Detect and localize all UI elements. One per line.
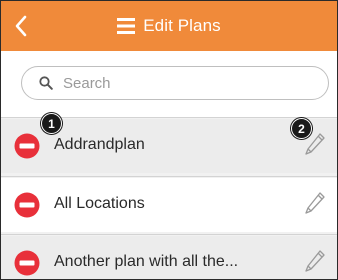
search-icon [39,76,53,90]
callout-badge-1: 1 [41,113,62,134]
header-bar: Edit Plans [1,1,337,51]
plan-name: Addrandplan [54,136,145,153]
plan-row[interactable]: All Locations [1,178,337,232]
pencil-icon[interactable] [303,190,327,218]
plan-name: All Locations [54,195,145,212]
page-title: Edit Plans [143,16,221,35]
search-box[interactable] [21,66,329,100]
search-input[interactable] [63,74,293,92]
delete-icon[interactable] [14,133,40,159]
plan-row[interactable]: Another plan with all the... [1,236,337,279]
delete-icon[interactable] [14,250,40,276]
plan-name: Another plan with all the... [54,253,239,270]
callout-badge-2: 2 [291,118,312,139]
delete-icon[interactable] [14,192,40,218]
divider [1,234,337,235]
list-icon [117,18,136,34]
search-area [1,51,337,117]
divider [1,176,337,177]
header-title-group: Edit Plans [1,1,337,51]
app-frame: Edit Plans Addrandplan [0,0,338,280]
pencil-icon[interactable] [303,248,327,276]
